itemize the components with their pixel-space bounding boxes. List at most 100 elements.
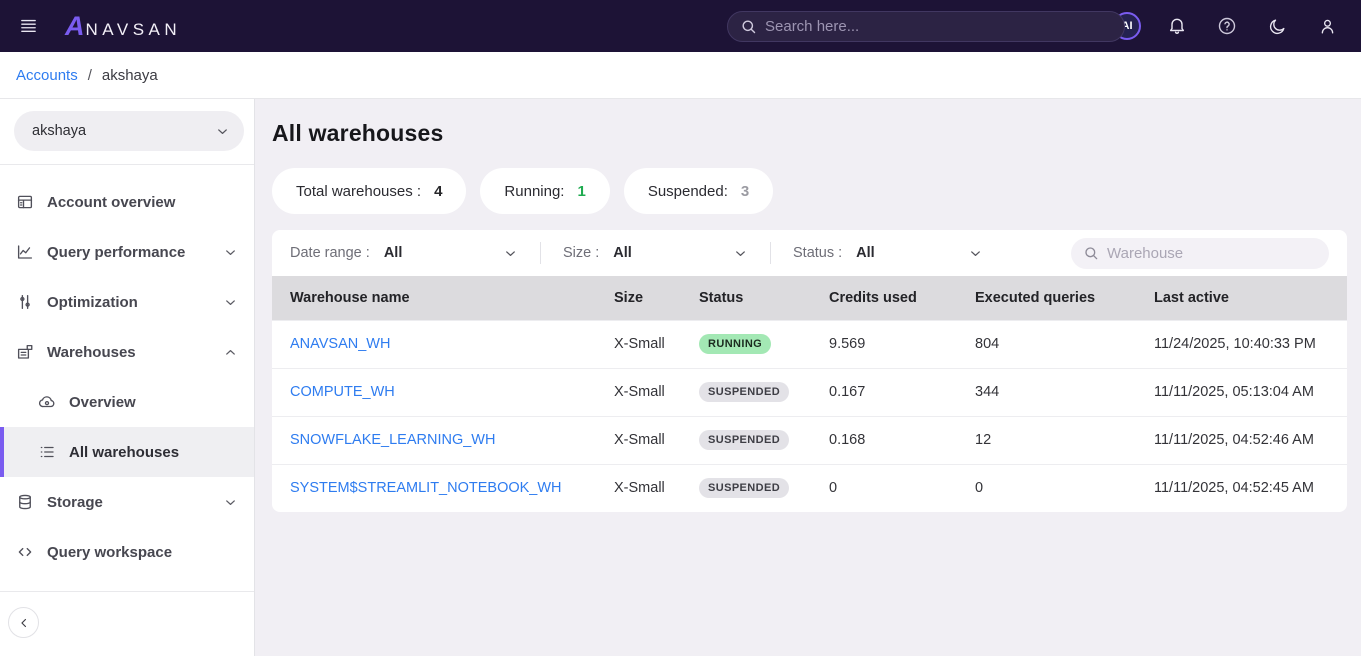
- breadcrumb-separator: /: [88, 67, 92, 84]
- sidebar-item-label: Overview: [69, 394, 136, 411]
- filter-value: All: [384, 245, 403, 261]
- sidebar-item-storage[interactable]: Storage: [0, 477, 254, 527]
- warehouse-name-link[interactable]: ANAVSAN_WH: [290, 336, 390, 352]
- summary-chip: Suspended: 3: [624, 168, 773, 214]
- cloud-icon: [38, 393, 56, 411]
- summary-chip: Total warehouses : 4: [272, 168, 466, 214]
- warehouse-name-link[interactable]: SYSTEM$STREAMLIT_NOTEBOOK_WH: [290, 480, 562, 496]
- chevron-up-icon: [223, 345, 238, 360]
- sidebar-item-warehouses-overview[interactable]: Overview: [0, 377, 254, 427]
- table-row: SYSTEM$STREAMLIT_NOTEBOOK_WH X-Small SUS…: [272, 464, 1347, 512]
- warehouse-name-link[interactable]: SNOWFLAKE_LEARNING_WH: [290, 432, 495, 448]
- credits-used: 0.168: [829, 416, 975, 464]
- brand-logo-text: NAVSAN: [86, 20, 182, 40]
- global-search[interactable]: [727, 11, 1125, 42]
- global-search-input[interactable]: [765, 18, 1112, 35]
- sidebar-item-query-performance[interactable]: Query performance: [0, 227, 254, 277]
- notifications-button[interactable]: [1163, 12, 1191, 40]
- chevron-down-icon: [223, 245, 238, 260]
- chevron-down-icon: [215, 124, 230, 139]
- sliders-icon: [16, 293, 34, 311]
- account-selector[interactable]: akshaya: [14, 111, 244, 151]
- summary-chip-value: 1: [577, 183, 585, 200]
- warehouse-search[interactable]: [1071, 238, 1329, 269]
- chevron-down-icon: [733, 246, 748, 261]
- sidebar-item-label: Optimization: [47, 294, 138, 311]
- hamburger-icon: [18, 16, 39, 36]
- last-active: 11/11/2025, 05:13:04 AM: [1154, 368, 1347, 416]
- table-row: SNOWFLAKE_LEARNING_WH X-Small SUSPENDED …: [272, 416, 1347, 464]
- filter-dropdown[interactable]: Size : All: [563, 245, 748, 261]
- summary-chip-value: 3: [741, 183, 749, 200]
- sidebar-item-label: Storage: [47, 494, 103, 511]
- chevron-down-icon: [503, 246, 518, 261]
- question-circle-icon: [1217, 16, 1237, 36]
- list-icon: [38, 443, 56, 461]
- page-title: All warehouses: [272, 120, 1347, 147]
- profile-button[interactable]: [1313, 12, 1341, 40]
- warehouse-size: X-Small: [614, 368, 699, 416]
- warehouse-icon: [16, 343, 34, 361]
- filter-dropdown[interactable]: Date range : All: [290, 245, 518, 261]
- warehouse-size: X-Small: [614, 464, 699, 512]
- sidebar-item-query-workspace[interactable]: Query workspace: [0, 527, 254, 577]
- sidebar-item-account-overview[interactable]: Account overview: [0, 177, 254, 227]
- executed-queries: 0: [975, 464, 1154, 512]
- column-header: Warehouse name: [272, 276, 614, 320]
- executed-queries: 344: [975, 368, 1154, 416]
- sidebar: akshaya Account overview Query performan…: [0, 99, 255, 656]
- credits-used: 9.569: [829, 320, 975, 368]
- sidebar-collapse-button[interactable]: [8, 607, 39, 638]
- status-badge: SUSPENDED: [699, 430, 789, 450]
- filter-dropdown[interactable]: Status : All: [793, 245, 983, 261]
- sidebar-item-label: All warehouses: [69, 444, 179, 461]
- warehouse-table-body: ANAVSAN_WH X-Small RUNNING 9.569 804 11/…: [272, 320, 1347, 512]
- bell-icon: [1167, 16, 1187, 36]
- sidebar-item-label: Query performance: [47, 244, 185, 261]
- warehouse-name-link[interactable]: COMPUTE_WH: [290, 384, 395, 400]
- sidebar-item-all-warehouses[interactable]: All warehouses: [0, 427, 254, 477]
- executed-queries: 804: [975, 320, 1154, 368]
- filter-label: Date range :: [290, 245, 370, 261]
- user-icon: [1318, 17, 1337, 36]
- summary-chip-label: Running:: [504, 183, 564, 200]
- column-header: Status: [699, 276, 829, 320]
- main-content: All warehouses Total warehouses : 4 Runn…: [255, 99, 1361, 656]
- breadcrumb: Accounts / akshaya: [0, 52, 1361, 99]
- dashboard-icon: [16, 193, 34, 211]
- top-bar: ANAVSAN AI: [0, 0, 1361, 52]
- filter-value: All: [613, 245, 632, 261]
- chevron-down-icon: [968, 246, 983, 261]
- summary-chip-label: Suspended:: [648, 183, 728, 200]
- help-button[interactable]: [1213, 12, 1241, 40]
- sidebar-item-label: Warehouses: [47, 344, 136, 361]
- menu-button[interactable]: [14, 12, 43, 40]
- brand-logo-initial: A: [65, 13, 85, 40]
- table-row: COMPUTE_WH X-Small SUSPENDED 0.167 344 1…: [272, 368, 1347, 416]
- last-active: 11/24/2025, 10:40:33 PM: [1154, 320, 1347, 368]
- database-icon: [16, 493, 34, 511]
- executed-queries: 12: [975, 416, 1154, 464]
- sidebar-item-label: Query workspace: [47, 544, 172, 561]
- credits-used: 0.167: [829, 368, 975, 416]
- sidebar-item-warehouses[interactable]: Warehouses: [0, 327, 254, 377]
- chevron-down-icon: [223, 295, 238, 310]
- warehouse-table: Warehouse nameSizeStatusCredits usedExec…: [272, 276, 1347, 512]
- filter-label: Status :: [793, 245, 842, 261]
- warehouse-panel: Date range : All Size : All Status : All: [272, 230, 1347, 512]
- account-selector-value: akshaya: [32, 123, 86, 139]
- chevron-left-icon: [17, 616, 31, 630]
- last-active: 11/11/2025, 04:52:45 AM: [1154, 464, 1347, 512]
- sidebar-item-optimization[interactable]: Optimization: [0, 277, 254, 327]
- column-header: Credits used: [829, 276, 975, 320]
- search-icon: [740, 18, 757, 35]
- moon-icon: [1268, 17, 1287, 36]
- credits-used: 0: [829, 464, 975, 512]
- warehouse-search-input[interactable]: [1107, 245, 1317, 262]
- warehouse-size: X-Small: [614, 416, 699, 464]
- theme-toggle-button[interactable]: [1263, 12, 1291, 40]
- brand-logo: ANAVSAN: [65, 13, 181, 40]
- status-badge: RUNNING: [699, 334, 771, 354]
- summary-chips: Total warehouses : 4 Running: 1 Suspende…: [272, 168, 1347, 214]
- breadcrumb-accounts-link[interactable]: Accounts: [16, 67, 78, 84]
